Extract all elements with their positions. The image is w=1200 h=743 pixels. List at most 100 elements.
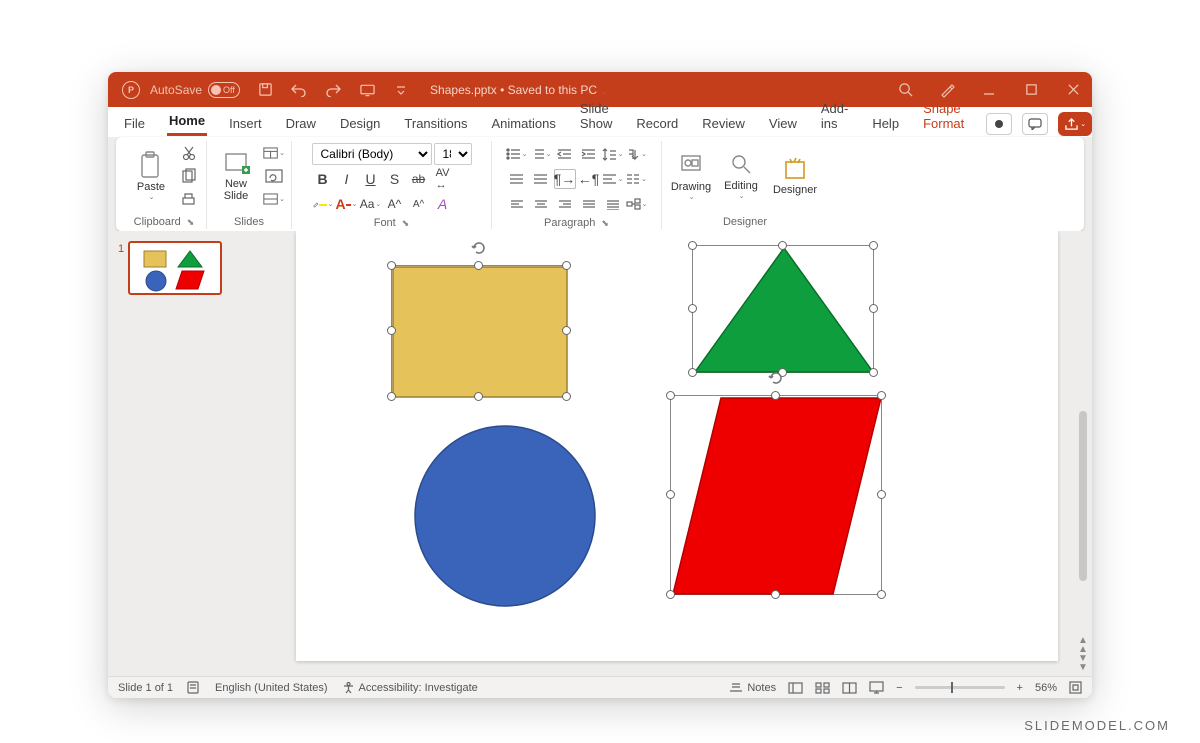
- undo-button[interactable]: [288, 79, 310, 101]
- tab-draw[interactable]: Draw: [284, 110, 318, 136]
- strikethrough-button[interactable]: ab: [408, 169, 430, 189]
- normal-view-button[interactable]: [788, 682, 803, 694]
- resize-handle[interactable]: [562, 261, 571, 270]
- tab-add-ins[interactable]: Add-ins: [819, 95, 850, 136]
- resize-handle[interactable]: [474, 392, 483, 401]
- align-text-button[interactable]: ⌄: [602, 169, 624, 189]
- scroll-arrows[interactable]: ▲▲▼▼: [1078, 636, 1088, 672]
- language-status[interactable]: English (United States): [215, 682, 328, 694]
- tab-animations[interactable]: Animations: [490, 110, 558, 136]
- thumbnail-pane[interactable]: 1: [108, 231, 238, 676]
- share-button[interactable]: ⌄: [1058, 112, 1092, 136]
- resize-handle[interactable]: [869, 368, 878, 377]
- tab-shape-format[interactable]: Shape Format: [921, 95, 966, 136]
- zoom-level[interactable]: 56%: [1035, 682, 1057, 694]
- resize-handle[interactable]: [562, 392, 571, 401]
- reset-button[interactable]: [263, 166, 285, 185]
- comments-mode-button[interactable]: [1022, 113, 1048, 135]
- shadow-button[interactable]: S: [384, 169, 406, 189]
- line-spacing-button[interactable]: ⌄: [602, 144, 624, 164]
- underline-button[interactable]: U: [360, 169, 382, 189]
- fit-window-button[interactable]: [1069, 681, 1082, 694]
- tab-help[interactable]: Help: [870, 110, 901, 136]
- resize-handle[interactable]: [387, 392, 396, 401]
- maximize-button[interactable]: [1020, 79, 1042, 101]
- tab-design[interactable]: Design: [338, 110, 382, 136]
- font-size-select[interactable]: 18: [434, 143, 472, 165]
- vertical-scrollbar[interactable]: ▲▲▼▼: [1076, 231, 1092, 676]
- char-spacing-button[interactable]: AV↔: [432, 169, 454, 189]
- minimize-button[interactable]: [978, 79, 1000, 101]
- tab-review[interactable]: Review: [700, 110, 747, 136]
- ltr-button[interactable]: [506, 169, 528, 189]
- present-button[interactable]: [356, 79, 378, 101]
- zoom-out-button[interactable]: −: [896, 682, 902, 694]
- bullets-button[interactable]: ⌄: [506, 144, 528, 164]
- smartart-button[interactable]: ⌄: [626, 194, 648, 214]
- resize-handle[interactable]: [877, 391, 886, 400]
- resize-handle[interactable]: [474, 261, 483, 270]
- paste-button[interactable]: Paste⌄: [128, 143, 174, 209]
- font-color-button[interactable]: A⌄: [336, 194, 358, 214]
- columns-button[interactable]: ⌄: [626, 169, 648, 189]
- shrink-font-button[interactable]: A^: [408, 194, 430, 214]
- search-button[interactable]: [894, 79, 916, 101]
- resize-handle[interactable]: [688, 368, 697, 377]
- change-case-button[interactable]: Aa⌄: [360, 194, 382, 214]
- cut-button[interactable]: [178, 143, 200, 162]
- slideshow-view-button[interactable]: [869, 681, 884, 694]
- scrollbar-thumb[interactable]: [1079, 411, 1087, 581]
- tab-record[interactable]: Record: [634, 110, 680, 136]
- sorter-view-button[interactable]: [815, 682, 830, 694]
- clear-format-button[interactable]: A: [432, 194, 454, 214]
- resize-handle[interactable]: [688, 241, 697, 250]
- shape-parallelogram[interactable]: [671, 396, 883, 596]
- resize-handle[interactable]: [877, 590, 886, 599]
- resize-handle[interactable]: [771, 391, 780, 400]
- slide-thumbnail-1[interactable]: [128, 241, 222, 295]
- slide-counter[interactable]: Slide 1 of 1: [118, 682, 173, 694]
- format-painter-button[interactable]: [178, 190, 200, 209]
- para-ltr-button[interactable]: ¶→: [554, 169, 576, 189]
- para-rtl-button[interactable]: ←¶: [578, 169, 600, 189]
- distribute-button[interactable]: [602, 194, 624, 214]
- spell-check-icon[interactable]: [187, 681, 201, 694]
- italic-button[interactable]: I: [336, 169, 358, 189]
- paragraph-dialog-launcher[interactable]: ⬊: [601, 218, 609, 229]
- resize-handle[interactable]: [666, 391, 675, 400]
- save-button[interactable]: [254, 79, 276, 101]
- resize-handle[interactable]: [778, 241, 787, 250]
- font-family-select[interactable]: Calibri (Body): [312, 143, 432, 165]
- tab-view[interactable]: View: [767, 110, 799, 136]
- notes-button[interactable]: Notes: [729, 682, 776, 694]
- record-mode-button[interactable]: [986, 113, 1012, 135]
- rtl-button[interactable]: [530, 169, 552, 189]
- qat-customize[interactable]: [390, 79, 412, 101]
- align-right-button[interactable]: [554, 194, 576, 214]
- selection-triangle[interactable]: [692, 245, 874, 373]
- clipboard-dialog-launcher[interactable]: ⬊: [187, 217, 195, 228]
- layout-button[interactable]: ⌄: [263, 143, 285, 162]
- slide-canvas[interactable]: [296, 231, 1058, 661]
- highlight-button[interactable]: ⌄: [312, 194, 334, 214]
- rotate-handle-icon[interactable]: [471, 240, 487, 256]
- selection-rectangle[interactable]: [391, 265, 567, 397]
- indent-inc-button[interactable]: [578, 144, 600, 164]
- drawing-button[interactable]: Drawing⌄: [668, 143, 714, 209]
- text-direction-button[interactable]: ⌄: [626, 144, 648, 164]
- resize-handle[interactable]: [869, 241, 878, 250]
- font-dialog-launcher[interactable]: ⬊: [402, 218, 410, 229]
- zoom-slider[interactable]: [915, 686, 1005, 689]
- shape-circle[interactable]: [412, 423, 598, 609]
- new-slide-button[interactable]: New Slide: [213, 143, 259, 209]
- selection-parallelogram[interactable]: [670, 395, 882, 595]
- numbering-button[interactable]: ⌄: [530, 144, 552, 164]
- accessibility-status[interactable]: Accessibility: Investigate: [342, 681, 478, 694]
- shape-rectangle[interactable]: [392, 266, 568, 398]
- autosave-toggle[interactable]: AutoSave Off: [150, 82, 240, 98]
- resize-handle[interactable]: [666, 490, 675, 499]
- rotate-handle-icon[interactable]: [768, 370, 784, 386]
- tab-transitions[interactable]: Transitions: [402, 110, 469, 136]
- tab-slide-show[interactable]: Slide Show: [578, 95, 615, 136]
- slide-editor[interactable]: [238, 231, 1076, 676]
